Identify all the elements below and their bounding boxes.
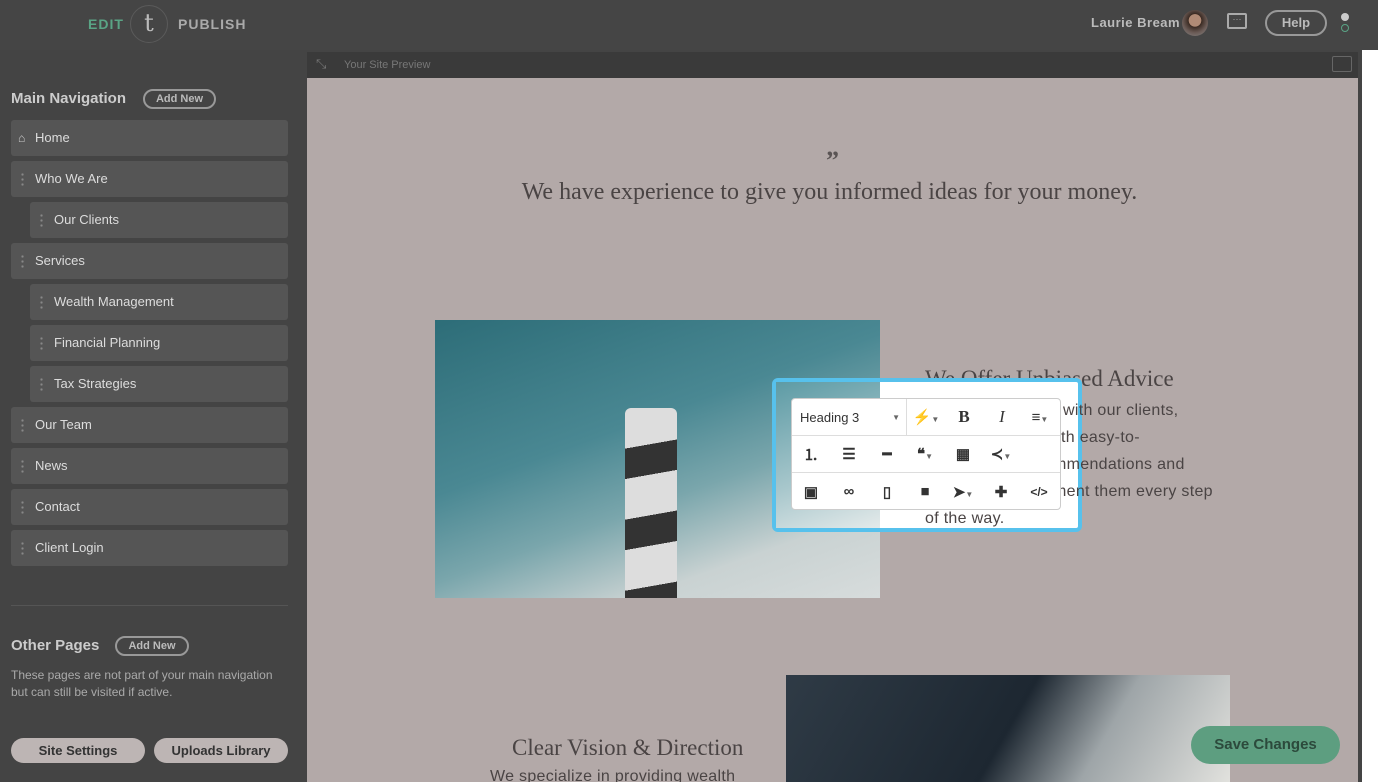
help-button[interactable]: Help (1265, 10, 1327, 36)
uploads-library-button[interactable]: Uploads Library (154, 738, 288, 763)
chat-icon[interactable]: ··· (1227, 13, 1247, 29)
magic-wand-icon[interactable]: ⚡▼ (907, 408, 945, 426)
drag-handle-icon[interactable] (21, 541, 24, 555)
ordered-list-icon[interactable]: ⒈ (792, 444, 830, 465)
add-new-nav-button[interactable]: Add New (143, 89, 216, 109)
divider (11, 605, 288, 606)
edit-tab[interactable]: EDIT (88, 16, 124, 32)
expand-icon[interactable]: ⤡ (316, 56, 326, 72)
sidebar-item-label: Who We Are (35, 171, 108, 186)
sidebar-item-label: Financial Planning (54, 335, 161, 350)
section-text[interactable]: We specialize in providing wealth (490, 768, 735, 782)
drag-handle-icon[interactable] (21, 500, 24, 514)
fullscreen-icon[interactable] (1332, 56, 1352, 72)
sidebar-item-tax-strategies[interactable]: Tax Strategies (30, 366, 288, 402)
status-dot-icon (1341, 13, 1349, 21)
sidebar-item-contact[interactable]: Contact (11, 489, 288, 525)
drag-handle-icon[interactable] (40, 377, 43, 391)
sidebar-item-home[interactable]: ⌂ Home (11, 120, 288, 156)
bold-button[interactable]: B (945, 407, 983, 427)
italic-button[interactable]: I (983, 407, 1021, 427)
main-navigation-title: Main Navigation (11, 90, 127, 107)
paragraph-line[interactable]: th easy-to- (1061, 429, 1140, 447)
sidebar-item-label: Client Login (35, 540, 104, 555)
file-icon[interactable]: ▯ (868, 483, 906, 501)
add-new-page-button[interactable]: Add New (115, 636, 189, 656)
other-pages-description: These pages are not part of your main na… (11, 668, 273, 699)
other-pages-title: Other Pages (11, 637, 100, 654)
paragraph-line[interactable]: with our clients, (1063, 402, 1178, 420)
sidebar-item-financial-planning[interactable]: Financial Planning (30, 325, 288, 361)
sidebar-item-news[interactable]: News (11, 448, 288, 484)
scrollbar[interactable] (1362, 50, 1378, 782)
sidebar-item-label: Contact (35, 499, 80, 514)
plus-icon[interactable]: ✚ (982, 483, 1020, 501)
status-dot-icon (1341, 24, 1349, 32)
user-name[interactable]: Laurie Bream (1091, 15, 1180, 30)
drag-handle-icon[interactable] (21, 254, 24, 268)
table-icon[interactable]: ▦ (944, 445, 982, 463)
sidebar-item-label: Our Team (35, 417, 92, 432)
publish-tab[interactable]: PUBLISH (178, 16, 246, 32)
text-editor-toolbar: Heading 3 ▼ ⚡▼ B I ≡▼ ⒈ ☰ ━ ❝▼ ▦ ≺▼ ▣ ∞ ▯… (791, 398, 1061, 510)
sailboat-image[interactable] (786, 675, 1230, 782)
site-settings-button[interactable]: Site Settings (11, 738, 145, 763)
sidebar-item-our-clients[interactable]: Our Clients (30, 202, 288, 238)
send-icon[interactable]: ➤▼ (944, 483, 982, 501)
save-changes-button[interactable]: Save Changes (1191, 726, 1340, 764)
format-select[interactable]: Heading 3 ▼ (792, 399, 907, 435)
video-icon[interactable]: ■ (906, 483, 944, 500)
home-icon: ⌂ (18, 131, 26, 145)
quote-icon[interactable]: ❝▼ (906, 445, 944, 463)
horizontal-rule-icon[interactable]: ━ (868, 445, 906, 463)
preview-bar (307, 52, 1358, 78)
preview-label: Your Site Preview (344, 59, 431, 71)
paragraph-line[interactable]: of the way. (925, 510, 1005, 528)
avatar[interactable] (1182, 10, 1208, 36)
sidebar-item-who-we-are[interactable]: Who We Are (11, 161, 288, 197)
sidebar-item-client-login[interactable]: Client Login (11, 530, 288, 566)
sidebar-item-label: Our Clients (54, 212, 120, 227)
image-icon[interactable]: ▣ (792, 483, 830, 501)
code-icon[interactable]: </> (1020, 485, 1058, 499)
drag-handle-icon[interactable] (40, 213, 43, 227)
drag-handle-icon[interactable] (40, 336, 43, 350)
sidebar-item-label: Services (35, 253, 85, 268)
paragraph-line[interactable]: mmendations and (1053, 456, 1185, 474)
logo: t (130, 5, 168, 43)
link-icon[interactable]: ∞ (830, 483, 868, 500)
chevron-down-icon: ▼ (892, 413, 900, 422)
drag-handle-icon[interactable] (40, 295, 43, 309)
sidebar-item-services[interactable]: Services (11, 243, 288, 279)
format-value: Heading 3 (800, 410, 860, 425)
sidebar-item-our-team[interactable]: Our Team (11, 407, 288, 443)
unordered-list-icon[interactable]: ☰ (830, 445, 868, 463)
share-icon[interactable]: ≺▼ (982, 445, 1020, 463)
lighthouse (625, 408, 677, 598)
section-heading[interactable]: Clear Vision & Direction (512, 735, 743, 761)
paragraph-line[interactable]: ment them every step (1053, 483, 1213, 501)
drag-handle-icon[interactable] (21, 418, 24, 432)
quote-text[interactable]: We have experience to give you informed … (507, 168, 1152, 216)
sidebar-item-label: News (35, 458, 68, 473)
align-icon[interactable]: ≡▼ (1021, 409, 1059, 426)
drag-handle-icon[interactable] (21, 459, 24, 473)
sidebar-item-label: Home (35, 130, 70, 145)
sidebar-item-label: Wealth Management (54, 294, 174, 309)
sidebar-item-label: Tax Strategies (54, 376, 137, 391)
sidebar-item-wealth-management[interactable]: Wealth Management (30, 284, 288, 320)
drag-handle-icon[interactable] (21, 172, 24, 186)
